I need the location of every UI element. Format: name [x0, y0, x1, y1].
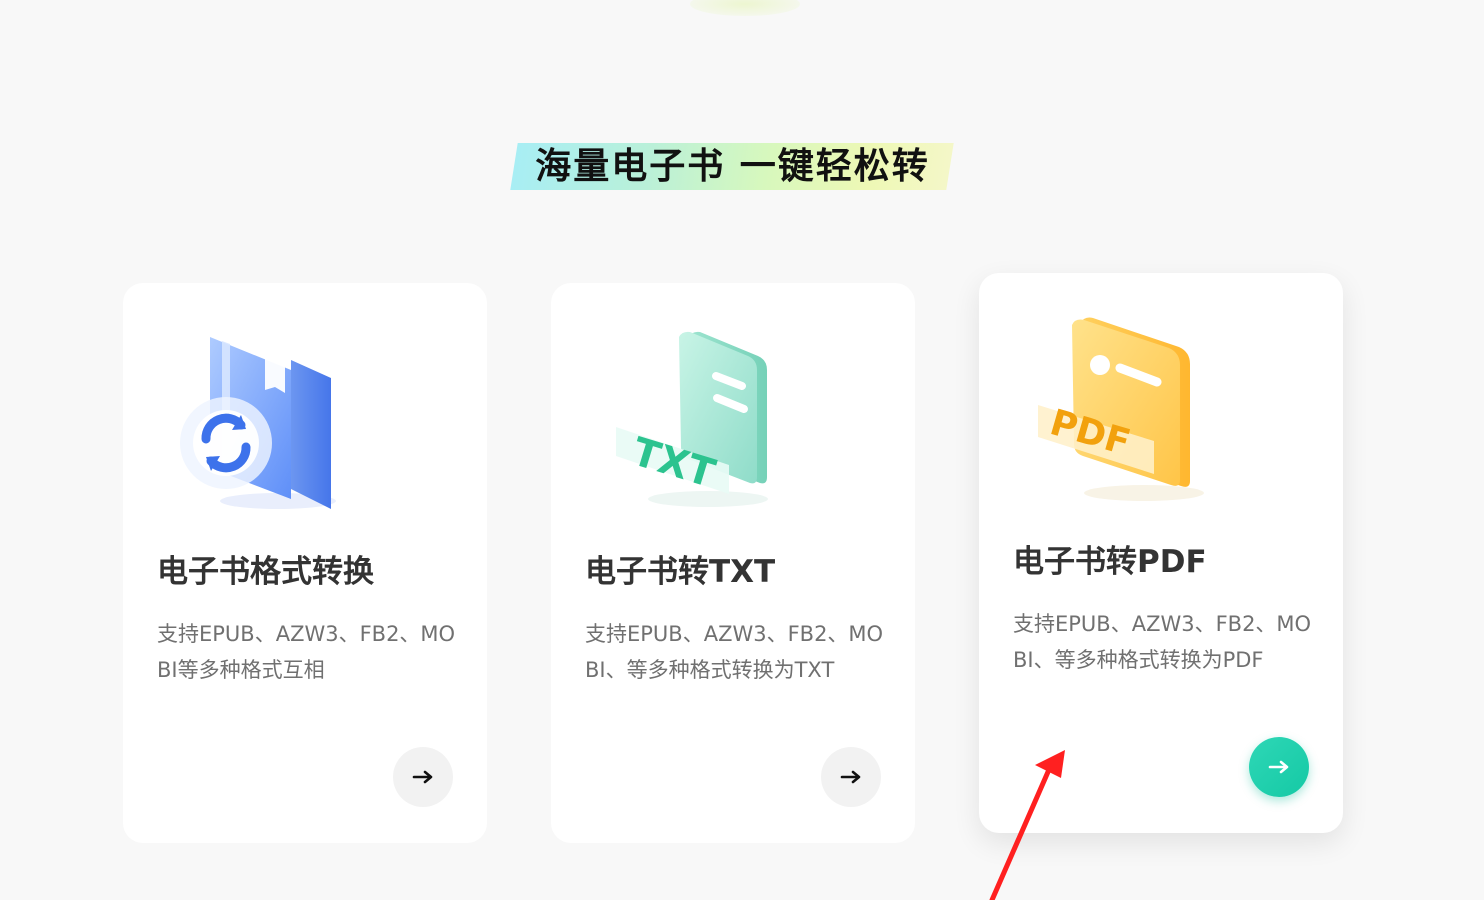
section-title-text: 海量电子书 一键轻松转 [535, 146, 930, 187]
ebook-format-convert-icon [168, 323, 378, 513]
card-ebook-format-convert[interactable]: 电子书格式转换 支持EPUB、AZW3、FB2、MOBI等多种格式互相 [123, 283, 487, 843]
txt-document-icon: TXT [596, 323, 806, 513]
card-description: 支持EPUB、AZW3、FB2、MOBI等多种格式互相 [157, 622, 456, 682]
open-ebook-to-pdf-button[interactable] [1249, 737, 1309, 797]
red-pointer-arrow [989, 750, 1065, 900]
card-description: 支持EPUB、AZW3、FB2、MOBI、等多种格式转换为TXT [585, 622, 884, 682]
arrow-right-icon [840, 770, 861, 784]
card-title: 电子书格式转换 [157, 554, 374, 590]
pdf-document-icon: PDF [1024, 313, 1234, 503]
card-title: 电子书转TXT [585, 554, 776, 590]
card-ebook-to-txt[interactable]: TXT 电子书转TXT 支持EPUB、AZW3、FB2、MOBI、等多种格式转换… [551, 283, 915, 843]
card-description: 支持EPUB、AZW3、FB2、MOBI、等多种格式转换为PDF [1013, 612, 1312, 672]
open-ebook-to-txt-button[interactable] [821, 747, 881, 807]
arrow-right-icon [1268, 760, 1289, 774]
open-format-convert-button[interactable] [393, 747, 453, 807]
card-title: 电子书转PDF [1013, 544, 1207, 580]
section-title: 海量电子书 一键轻松转 [510, 143, 955, 191]
arrow-right-icon [412, 770, 433, 784]
top-glow-decoration [690, 0, 800, 16]
